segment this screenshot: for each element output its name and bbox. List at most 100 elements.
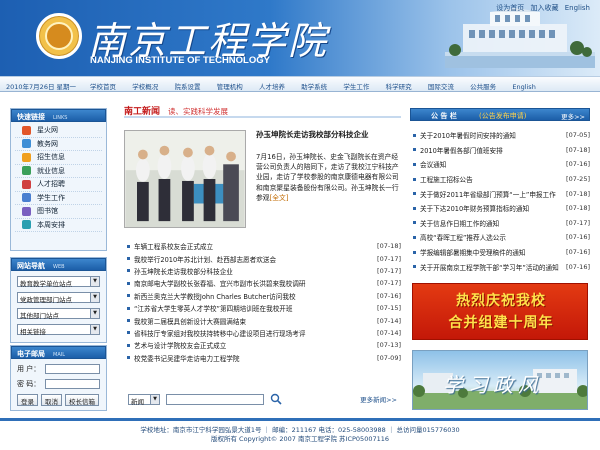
news-item[interactable]: “江苏省大学生零英人才学校”第四期培训班在我校开班 [07-15] [124, 302, 401, 314]
quick-link-xinghuo[interactable]: 星火网 [15, 124, 102, 138]
notice-item[interactable]: 会议通知 [07-16] [410, 157, 590, 172]
notice-more-link[interactable]: 更多>> [561, 111, 585, 121]
notice-board-title: 公 告 栏 (公告发布申请) 更多>> [410, 108, 590, 121]
mail-cancel-button[interactable]: 取消 [41, 394, 62, 406]
bullet-icon [127, 244, 130, 248]
nav-item-english[interactable]: English [512, 83, 535, 91]
main-nav-items: 学校首页 学校概况 院系设置 管理机构 人才培养 助学系统 学生工作 科学研究 … [90, 81, 550, 91]
nav-item-education[interactable]: 人才培养 [259, 83, 285, 91]
search-category-select[interactable]: 新闻 ▼ [128, 394, 160, 406]
notice-item[interactable]: 2010年暑假各部门值班安排 [07-18] [410, 143, 590, 158]
news-item[interactable]: 省科技厅专家组对我校扶持转移中心建设项目进行现场考评 [07-14] [124, 327, 401, 339]
bullet-icon [127, 343, 130, 347]
school-logo-emblem[interactable] [36, 13, 82, 59]
notice-item[interactable]: 高校“春晖工程”推荐人选公示 [07-16] [410, 230, 590, 245]
nav-item-aid[interactable]: 助学系统 [301, 83, 327, 91]
notice-item[interactable]: 关于开展南京工程学院干部“学习年”活动的通知 [07-16] [410, 259, 590, 274]
admission-icon [22, 152, 31, 162]
star-icon [22, 125, 31, 135]
quick-link-recruit[interactable]: 人才招聘 [15, 178, 102, 192]
book-icon [22, 139, 31, 149]
bullet-icon [127, 356, 130, 360]
nav-item-overview[interactable]: 学校概况 [132, 83, 158, 91]
quick-link-admission[interactable]: 招生信息 [15, 151, 102, 165]
quick-link-student-work[interactable]: 学生工作 [15, 192, 102, 205]
featured-news-text: 7月16日，孙玉坤院长、史金飞副院长在资产经营公司负责人的陪同下，走访了我校江宁… [256, 153, 399, 202]
notice-apply-link[interactable]: (公告发布申请) [479, 111, 526, 121]
set-homepage-link[interactable]: 设为首页 [496, 4, 524, 12]
bullet-icon [413, 235, 416, 239]
header-links: 设为首页 加入收藏 English [492, 3, 590, 13]
nav-item-home[interactable]: 学校首页 [90, 83, 116, 91]
main-nav-bar: 2010年7月26日 星期一 学校首页 学校概况 院系设置 管理机构 人才培养 … [0, 76, 600, 92]
bullet-icon [413, 177, 416, 181]
footer-address: 学校地址：南京市江宁科学园弘景大道1号 ｜ 邮编：211167 电话：025-5… [140, 426, 460, 434]
featured-news-title[interactable]: 孙玉坤院长走访我校部分科技企业 [256, 129, 369, 140]
featured-news-photo[interactable] [124, 130, 246, 228]
site-nav-title: 网站导航 WEB [11, 258, 106, 271]
notice-item[interactable]: 关于2010年暑假时间安排的通知 [07-05] [410, 128, 590, 143]
featured-full-text-link[interactable]: [全文] [270, 194, 289, 202]
news-list: 车辆工程系校友会正式成立 [07-18] 我校举行2010年苏北计划、赴西部志愿者… [124, 240, 401, 364]
anniversary-banner-line2: 合并组建十周年 [448, 315, 554, 331]
notice-item[interactable]: 关于做好2011年省级部门预算“一上”申报工作 [07-18] [410, 186, 590, 201]
bullet-icon [413, 221, 416, 225]
news-item[interactable]: 孙玉坤院长走访我校部分科技企业 [07-17] [124, 265, 401, 277]
mail-login-button[interactable]: 登录 [17, 394, 38, 406]
notice-list: 关于2010年暑假时间安排的通知 [07-05] 2010年暑假各部门值班安排 [0… [410, 128, 590, 274]
notice-item[interactable]: 学报编辑部暑期集中受理稿件的通知 [07-16] [410, 245, 590, 260]
nav-item-student-work[interactable]: 学生工作 [343, 83, 369, 91]
briefcase-icon [22, 166, 31, 176]
mail-title: 电子邮局 MAIL [11, 346, 106, 359]
nav-item-departments[interactable]: 院系设置 [174, 83, 200, 91]
president-mailbox-button[interactable]: 校长信箱 [65, 394, 99, 406]
nav-item-public-service[interactable]: 公共服务 [470, 83, 496, 91]
nav-item-international[interactable]: 国际交流 [428, 83, 454, 91]
anniversary-banner[interactable]: 热烈庆祝我校 合并组建十周年 [412, 283, 588, 340]
quick-links-title: 快速链接 LINKS [11, 109, 106, 122]
notice-item[interactable]: 关于下达2010年财务预算指标的通知 [07-18] [410, 201, 590, 216]
chevron-down-icon: ▼ [90, 309, 99, 318]
search-input[interactable] [166, 394, 264, 405]
notice-item[interactable]: 关于信息作日期工作的通知 [07-17] [410, 216, 590, 231]
news-item[interactable]: 南京邮电大学副校长张春福、宜兴市副市长洪碧来我校调研 [07-17] [124, 277, 401, 289]
nav-item-research[interactable]: 科学研究 [386, 83, 412, 91]
news-item[interactable]: 新西兰奥克兰大学教授John Charles Butcher访问我校 [07-16… [124, 290, 401, 302]
news-section-title: 南工新闻 读、实践科学发展 [124, 104, 401, 118]
bullet-icon [127, 306, 130, 310]
quick-link-weekly[interactable]: 本周安排 [15, 219, 102, 232]
select-teaching-units[interactable]: 教育教学单位站点 ▼ [17, 276, 100, 288]
news-item[interactable]: 车辆工程系校友会正式成立 [07-18] [124, 240, 401, 252]
bullet-icon [413, 250, 416, 254]
news-item[interactable]: 我校举行2010年苏北计划、赴西部志愿者欢送会 [07-17] [124, 252, 401, 264]
add-favorite-link[interactable]: 加入收藏 [530, 4, 558, 12]
news-item[interactable]: 艺术与设计学院校友会正式成立 [07-13] [124, 339, 401, 351]
campus-banner[interactable]: 学习政风 [412, 350, 588, 410]
chevron-down-icon: ▼ [150, 395, 159, 404]
quick-link-library[interactable]: 图书馆 [15, 205, 102, 219]
notice-item[interactable]: 工程施工招标公告 [07-25] [410, 172, 590, 187]
bullet-icon [413, 192, 416, 196]
more-news-link[interactable]: 更多新闻>> [360, 394, 397, 404]
featured-news: 孙玉坤院长走访我校部分科技企业 7月16日，孙玉坤院长、史金飞副院长在资产经营公… [124, 122, 401, 230]
nav-item-admin[interactable]: 管理机构 [217, 83, 243, 91]
chevron-down-icon: ▼ [90, 325, 99, 334]
news-item[interactable]: 校党委书记吴建华走访电力工程学院 [07-09] [124, 352, 401, 364]
news-item[interactable]: 我校第二届模具创新设计大赛圆满结束 [07-14] [124, 314, 401, 326]
footer-copyright: 版权所有 Copyright© 2007 南京工程学院 苏ICP05007116 [210, 435, 390, 443]
library-icon [22, 206, 31, 216]
quick-link-employment[interactable]: 就业信息 [15, 165, 102, 178]
select-related-links[interactable]: 相关链接 ▼ [17, 324, 100, 336]
news-title[interactable]: 南工新闻 [124, 107, 160, 117]
chevron-down-icon: ▼ [90, 277, 99, 286]
mail-password-row: 密 码： [17, 379, 100, 389]
select-other-depts[interactable]: 其他部门站点 ▼ [17, 308, 100, 320]
search-icon[interactable] [270, 393, 282, 405]
mail-password-label: 密 码： [17, 380, 41, 388]
mail-user-label: 用 户： [17, 365, 41, 373]
mail-password-input[interactable] [45, 379, 100, 389]
quick-link-academic[interactable]: 教务网 [15, 138, 102, 151]
select-admin-depts[interactable]: 党政管理部门站点 ▼ [17, 292, 100, 304]
mail-user-input[interactable] [45, 364, 100, 374]
header-english-link[interactable]: English [565, 4, 590, 12]
